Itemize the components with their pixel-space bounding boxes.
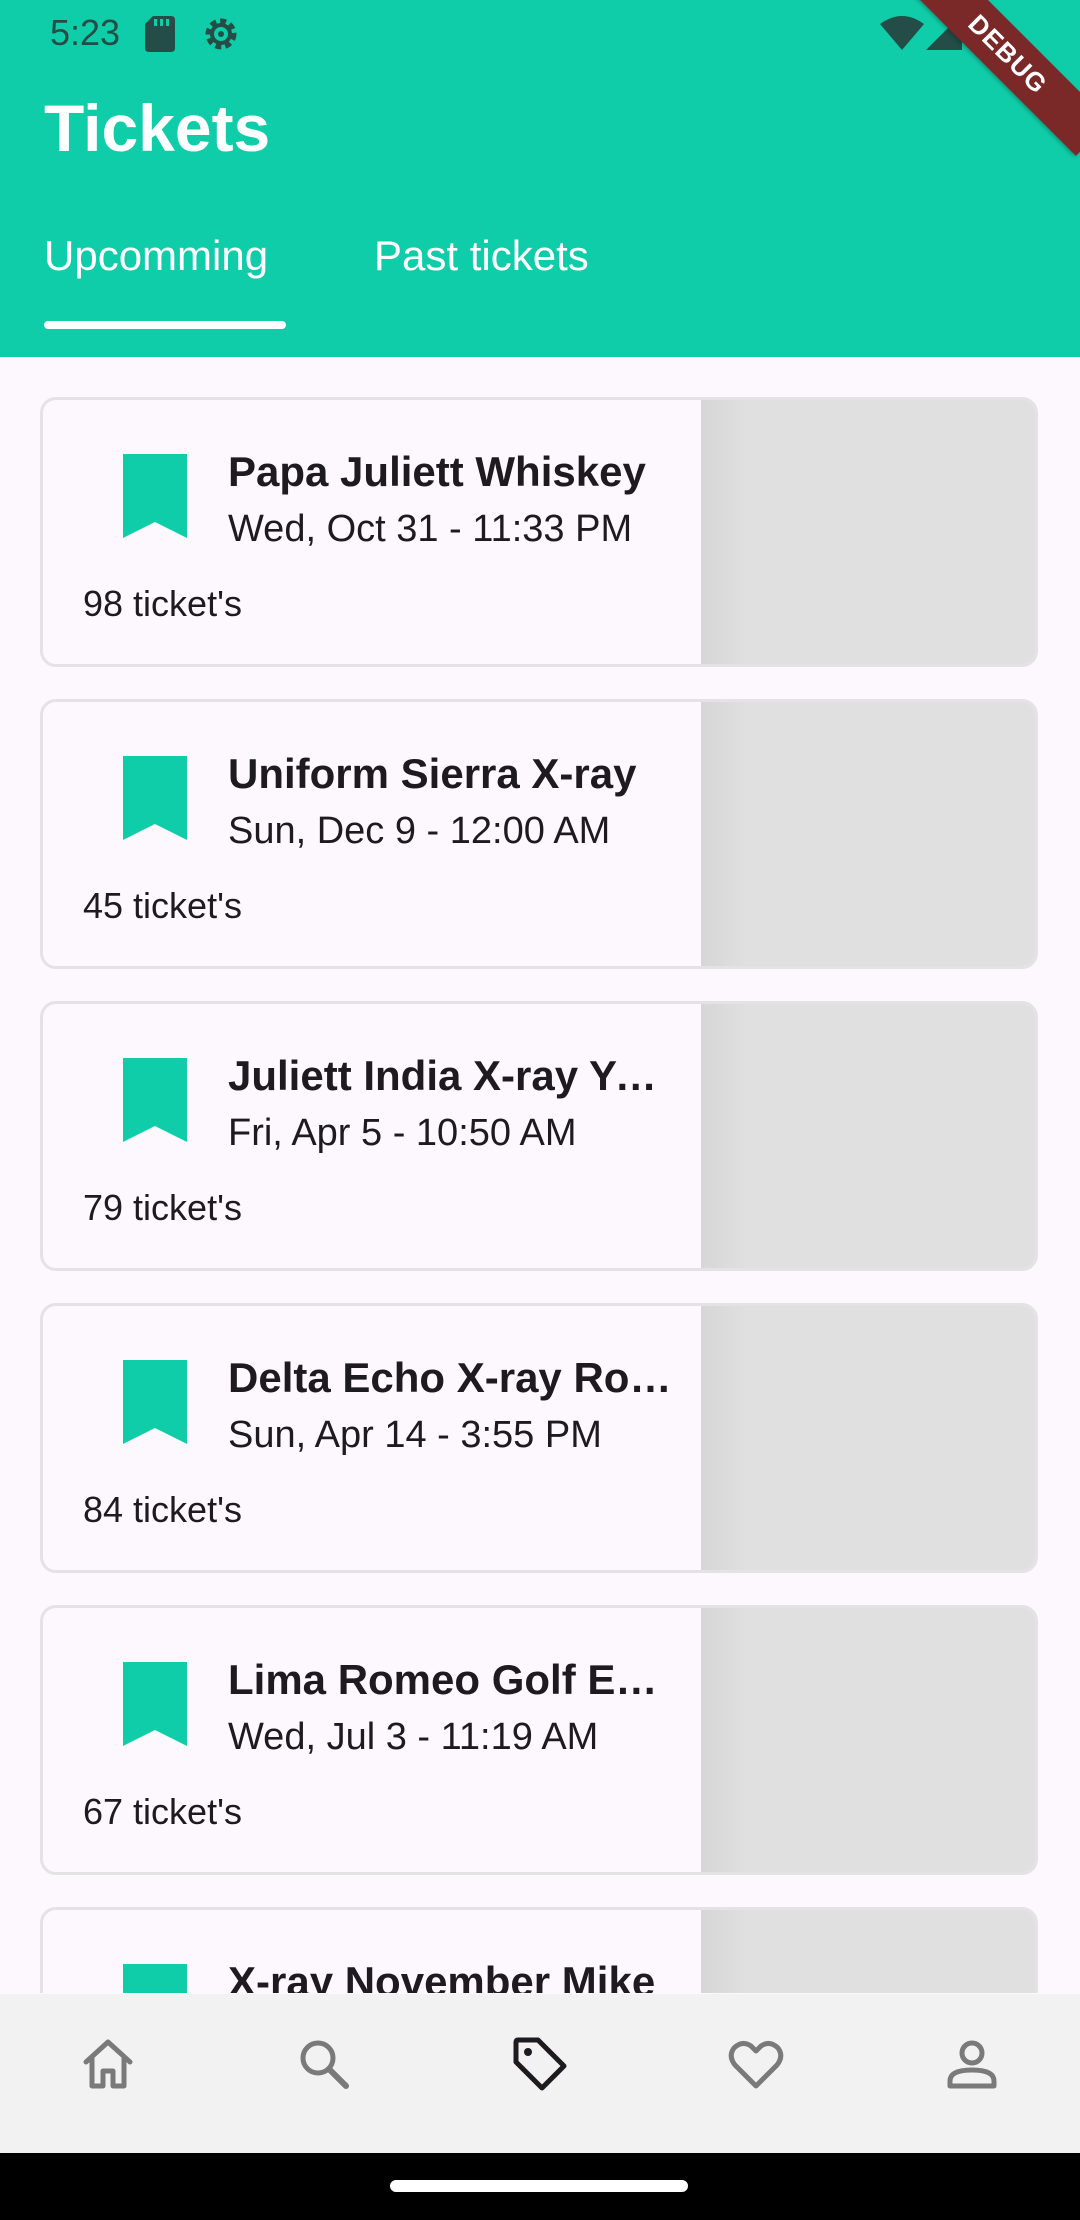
ticket-card[interactable]: Delta Echo X-ray Romeo Sun, Apr 14 - 3:5… (40, 1303, 1038, 1573)
status-time: 5:23 (50, 12, 121, 53)
ticket-date: Sun, Apr 14 - 3:55 PM (228, 1414, 602, 1456)
tab-past-tickets[interactable]: Past tickets (374, 232, 589, 280)
ticket-date: Fri, Apr 5 - 10:50 AM (228, 1112, 577, 1154)
tab-indicator (44, 321, 286, 329)
ticket-date: Sun, Dec 9 - 12:00 AM (228, 810, 611, 852)
page-title: Tickets (44, 91, 271, 165)
ticket-count: 98 ticket's (83, 583, 242, 624)
wifi-icon (880, 16, 924, 50)
ticket-count: 79 ticket's (83, 1187, 242, 1228)
tag-icon[interactable] (510, 2034, 570, 2094)
home-gesture-handle[interactable] (390, 2180, 688, 2192)
ticket-image-placeholder (701, 702, 1035, 966)
ticket-card[interactable]: Papa Juliett Whiskey Wed, Oct 31 - 11:33… (40, 397, 1038, 667)
ticket-image-placeholder (701, 1910, 1035, 1993)
bookmark-icon (123, 1662, 187, 1746)
ticket-count: 45 ticket's (83, 885, 242, 926)
ticket-title: Papa Juliett Whiskey (228, 448, 646, 495)
sd-card-icon (145, 16, 175, 52)
bookmark-icon (123, 1964, 187, 1993)
ticket-title: Juliett India X-ray Yankee (228, 1052, 678, 1099)
ticket-card[interactable]: X-ray November Mike (40, 1907, 1038, 1993)
ticket-date: Wed, Oct 31 - 11:33 PM (228, 508, 633, 550)
bookmark-icon (123, 1058, 187, 1142)
bookmark-icon (123, 756, 187, 840)
ticket-card[interactable]: Juliett India X-ray Yankee Fri, Apr 5 - … (40, 1001, 1038, 1271)
ticket-date: Wed, Jul 3 - 11:19 AM (228, 1716, 599, 1758)
ticket-count: 67 ticket's (83, 1791, 242, 1832)
person-icon[interactable] (942, 2034, 1002, 2094)
ticket-title: X-ray November Mike (228, 1958, 656, 1993)
bookmark-icon (123, 454, 187, 538)
bookmark-icon (123, 1360, 187, 1444)
ticket-image-placeholder (701, 400, 1035, 664)
tab-upcoming[interactable]: Upcomming (44, 232, 268, 280)
ticket-list[interactable]: Papa Juliett Whiskey Wed, Oct 31 - 11:33… (0, 397, 1080, 1993)
ticket-image-placeholder (701, 1306, 1035, 1570)
ticket-card[interactable]: Lima Romeo Golf Echo Wed, Jul 3 - 11:19 … (40, 1605, 1038, 1875)
ticket-title: Delta Echo X-ray Romeo (228, 1354, 678, 1401)
heart-icon[interactable] (726, 2034, 786, 2094)
ticket-image-placeholder (701, 1608, 1035, 1872)
ticket-image-placeholder (701, 1004, 1035, 1268)
ticket-card[interactable]: Uniform Sierra X-ray Sun, Dec 9 - 12:00 … (40, 699, 1038, 969)
settings-status-icon (205, 18, 237, 50)
ticket-title: Uniform Sierra X-ray (228, 750, 637, 797)
status-bar: 5:23 (0, 0, 1080, 66)
ticket-count: 84 ticket's (83, 1489, 242, 1530)
home-icon[interactable] (78, 2034, 138, 2094)
app-header: 5:23 DEBUG Tickets Upcomming Past ticket… (0, 0, 1080, 357)
bottom-navigation (0, 1994, 1080, 2153)
ticket-title: Lima Romeo Golf Echo (228, 1656, 678, 1703)
search-icon[interactable] (294, 2034, 354, 2094)
